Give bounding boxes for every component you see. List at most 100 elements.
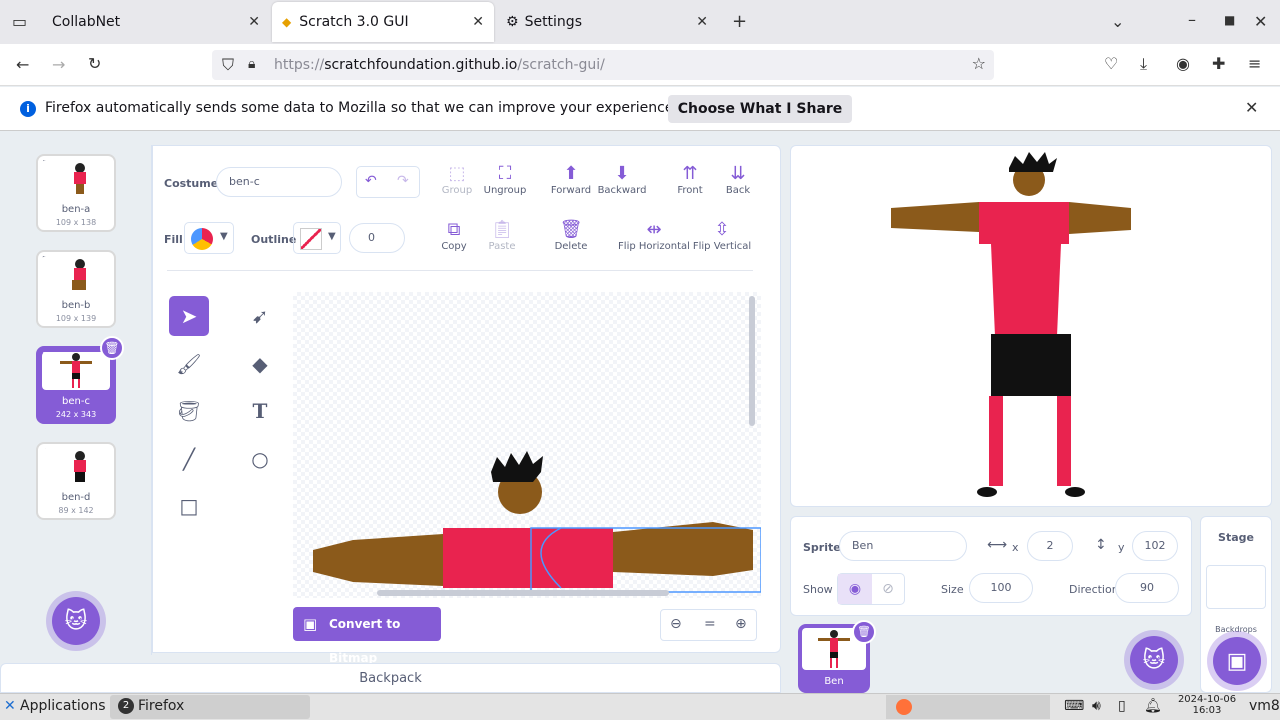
y-input[interactable]: 102 [1132, 531, 1178, 561]
close-icon[interactable]: ✕ [248, 14, 260, 30]
rectangle-tool[interactable]: □ [169, 486, 209, 526]
redo-button[interactable]: ↷ [397, 173, 409, 189]
costume-size: 109 x 139 [55, 314, 97, 323]
choose-sprite-button[interactable]: 🐱︎ [1130, 636, 1178, 684]
delete-button[interactable]: 🗑︎ Delete [541, 219, 601, 252]
fill-color-picker[interactable]: ▼ [184, 222, 234, 254]
volume-icon[interactable]: 🔊︎ [1092, 698, 1101, 714]
fill-tool[interactable]: 🪣︎ [169, 391, 209, 431]
brush-icon: 🖌︎ [176, 352, 202, 376]
pocket-icon[interactable]: ♡ [1104, 56, 1118, 72]
paste-button[interactable]: 📋︎ Paste [472, 219, 532, 252]
costume-name: ben-c [62, 396, 90, 407]
taskbar: ✕ Applications 2 Firefox ⌨ 🔊︎ ▯ 🔔︎ 2024-… [0, 693, 1280, 720]
hide-eye-button[interactable]: ⊘ [872, 574, 904, 604]
ungroup-button[interactable]: ⛶ Ungroup [475, 163, 535, 196]
menu-icon[interactable]: ≡ [1248, 56, 1261, 72]
downloads-icon[interactable]: ⤓ [1140, 56, 1147, 72]
new-tab-button[interactable]: + [732, 13, 747, 31]
choose-what-i-share-button[interactable]: Choose What I Share [668, 95, 852, 123]
reshape-tool[interactable]: ➹ [240, 296, 280, 336]
delete-costume-button[interactable]: 🗑︎ [100, 336, 124, 360]
image-icon: ▣ [303, 615, 318, 633]
zoom-out-button[interactable]: ⊖ [670, 616, 682, 632]
x-input[interactable]: 2 [1027, 531, 1073, 561]
text-tool[interactable]: T [240, 391, 280, 431]
minimize-button[interactable]: – [1188, 12, 1196, 28]
choose-costume-button[interactable]: 🐱︎ [52, 597, 100, 645]
costume-tile[interactable]: 1 ben-a 109 x 138 [36, 154, 116, 232]
costume-name: ben-a [61, 204, 91, 215]
horizontal-scrollbar[interactable] [377, 590, 669, 596]
tab-collabnet[interactable]: CollabNet ✕ [42, 2, 270, 42]
costume-tile[interactable]: 3 ben-c 242 x 343 🗑︎ [36, 336, 124, 424]
reload-button[interactable]: ↻ [88, 56, 101, 72]
sprite-name-input[interactable]: Ben [839, 531, 967, 561]
circle-tool[interactable]: ○ [240, 439, 280, 479]
outline-color-picker[interactable]: ▼ [293, 222, 341, 254]
tab-list-icon[interactable]: ▭ [12, 14, 27, 30]
network-icon[interactable]: ⌨ [1064, 698, 1084, 714]
tab-scratch[interactable]: ◆ Scratch 3.0 GUI ✕ [272, 2, 494, 42]
lock-icon[interactable]: 🔒︎ [248, 57, 255, 71]
visibility-toggle: ◉ ⊘ [837, 573, 905, 605]
vertical-scrollbar[interactable] [749, 296, 755, 426]
eraser-icon: ◆ [252, 352, 268, 376]
size-input[interactable]: 100 [969, 573, 1033, 603]
delete-sprite-button[interactable]: 🗑︎ [852, 620, 876, 644]
taskbar-firefox-button[interactable]: 2 Firefox [110, 695, 310, 719]
rectangle-icon: □ [179, 494, 199, 518]
backpack-header[interactable]: Backpack [0, 663, 781, 693]
close-icon[interactable]: ✕ [472, 14, 484, 30]
costume-size: 89 x 142 [58, 506, 94, 515]
workspace-switcher[interactable] [886, 695, 1050, 719]
delete-label: Delete [554, 241, 588, 252]
back-button[interactable]: ← [16, 57, 29, 73]
costume-name-input[interactable]: ben-c [216, 167, 342, 197]
close-window-button[interactable]: ✕ [1254, 14, 1267, 30]
back-button[interactable]: ⇊ Back [708, 163, 768, 196]
clock[interactable]: 2024-10-06 16:03 [1172, 694, 1242, 716]
scratch-favicon-icon: ◆ [282, 15, 292, 29]
outline-width-input[interactable]: 0 [349, 223, 405, 253]
paint-canvas[interactable] [293, 292, 761, 598]
show-eye-button[interactable]: ◉ [838, 574, 872, 604]
bell-icon[interactable]: 🔔︎ [1144, 698, 1162, 714]
forward-button[interactable]: → [52, 57, 65, 73]
eraser-tool[interactable]: ◆ [240, 344, 280, 384]
tab-settings[interactable]: ⚙ Settings ✕ [496, 2, 718, 42]
notification-bar: i Firefox automatically sends some data … [0, 87, 1280, 131]
close-icon[interactable]: ✕ [696, 14, 708, 30]
flip-horizontal-button[interactable]: ⇹ Flip Horizontal [615, 219, 693, 252]
direction-input[interactable]: 90 [1115, 573, 1179, 603]
close-icon[interactable]: ✕ [1245, 100, 1258, 116]
dropdown-arrow-icon: ▼ [328, 231, 336, 242]
paint-bucket-icon: 🪣︎ [176, 399, 202, 423]
applications-menu[interactable]: Applications [20, 698, 106, 714]
url-bar[interactable]: ⛉ 🔒︎ https://scratchfoundation.github.io… [212, 50, 994, 80]
account-icon[interactable]: ◉ [1176, 56, 1190, 72]
costume-tile[interactable]: 2 ben-b 109 x 139 [36, 250, 116, 328]
zoom-reset-button[interactable]: = [704, 616, 716, 632]
list-all-tabs-icon[interactable]: ⌄ [1111, 14, 1124, 30]
choose-backdrop-button[interactable]: ▣ [1213, 637, 1261, 685]
stage-selector[interactable]: Stage Backdrops ▣ [1200, 516, 1272, 693]
bookmark-star-icon[interactable]: ☆ [972, 56, 986, 72]
brush-tool[interactable]: 🖌︎ [169, 344, 209, 384]
line-tool[interactable]: ╱ [169, 439, 209, 479]
battery-icon[interactable]: ▯ [1118, 698, 1126, 714]
shield-icon[interactable]: ⛉ [222, 57, 234, 73]
sprite-name: Ben [824, 676, 844, 687]
sprite-tile-ben[interactable]: Ben 🗑︎ [798, 620, 876, 693]
flip-vertical-button[interactable]: ⇳ Flip Vertical [687, 219, 757, 252]
select-tool[interactable]: ➤ [169, 296, 209, 336]
size-label: Size [941, 583, 964, 596]
stage[interactable] [790, 145, 1272, 507]
convert-to-bitmap-button[interactable]: ▣ Convert to Bitmap [293, 607, 441, 665]
undo-button[interactable]: ↶ [365, 173, 377, 189]
maximize-button[interactable]: ■ [1224, 14, 1235, 26]
costume-tile[interactable]: 4 ben-d 89 x 142 [36, 442, 116, 520]
zoom-in-button[interactable]: ⊕ [735, 616, 747, 632]
extensions-icon[interactable]: ✚ [1212, 56, 1225, 72]
backward-button[interactable]: ⬇ Backward [592, 163, 652, 196]
